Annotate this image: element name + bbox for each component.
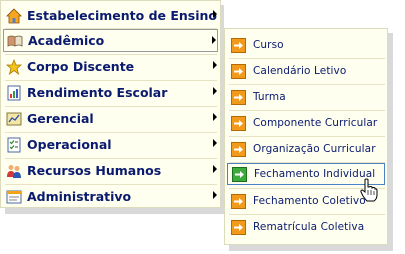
- submenu-arrow-icon: [213, 87, 217, 95]
- menu-item-label: Estabelecimento de Ensino: [27, 8, 218, 23]
- main-menu-shadow: [5, 208, 226, 214]
- main-menu: Estabelecimento de Ensino Acadêmico Corp…: [0, 0, 221, 208]
- house-icon: [6, 7, 22, 24]
- menu-item-label: Operacional: [27, 137, 112, 152]
- submenu-item-curso[interactable]: Curso: [227, 34, 385, 56]
- submenu-item-label: Organização Curricular: [253, 143, 376, 155]
- submenu-item-label: Turma: [253, 91, 286, 103]
- arrow-right-icon: [231, 37, 246, 53]
- arrow-right-icon: [231, 193, 246, 209]
- sub-menu-shadow: [229, 245, 393, 251]
- arrow-right-icon: [231, 115, 246, 131]
- submenu-arrow-icon: [213, 61, 217, 69]
- menu-item-label: Corpo Discente: [27, 59, 135, 74]
- sub-menu-shadow-side: [388, 33, 393, 251]
- divider: [229, 110, 385, 111]
- submenu-item-organizacao-curricular[interactable]: Organização Curricular: [227, 138, 385, 160]
- arrow-right-icon: [231, 63, 246, 79]
- divider: [229, 214, 385, 215]
- submenu-item-label: Fechamento Coletivo: [253, 195, 366, 207]
- submenu-arrow-icon: [212, 36, 216, 44]
- menu-item-recursos-humanos[interactable]: Recursos Humanos: [3, 159, 218, 182]
- submenu-item-label: Curso: [253, 39, 284, 51]
- menu-item-label: Gerencial: [27, 111, 94, 126]
- menu-item-label: Administrativo: [27, 189, 132, 204]
- menu-item-gerencial[interactable]: Gerencial: [3, 107, 218, 130]
- submenu-item-label: Calendário Letivo: [253, 65, 347, 77]
- hand-cursor-icon: [360, 178, 378, 202]
- arrow-right-icon: [231, 219, 246, 235]
- window-icon: [6, 189, 22, 205]
- star-icon: [6, 58, 22, 75]
- submenu-item-label: Componente Curricular: [253, 117, 378, 129]
- submenu-arrow-icon: [213, 191, 217, 199]
- submenu-arrow-icon: [213, 139, 217, 147]
- checklist-icon: [6, 137, 22, 153]
- arrow-right-icon: [231, 141, 246, 157]
- menu-item-estabelecimento[interactable]: Estabelecimento de Ensino: [3, 4, 218, 27]
- chart-icon: [6, 111, 22, 127]
- divider: [229, 84, 385, 85]
- menu-item-academico[interactable]: Acadêmico: [3, 29, 218, 52]
- people-icon: [6, 163, 22, 179]
- submenu-arrow-icon: [213, 165, 217, 173]
- submenu-item-label: Rematrícula Coletiva: [253, 221, 365, 233]
- menu-item-corpo-discente[interactable]: Corpo Discente: [3, 55, 218, 78]
- book-icon: [7, 33, 23, 49]
- submenu-item-componente-curricular[interactable]: Componente Curricular: [227, 112, 385, 134]
- menu-item-label: Rendimento Escolar: [27, 85, 168, 100]
- arrow-right-icon: [231, 89, 246, 105]
- submenu-arrow-icon: [213, 10, 217, 18]
- divider: [229, 136, 385, 137]
- divider: [229, 58, 385, 59]
- menu-item-operacional[interactable]: Operacional: [3, 133, 218, 156]
- menu-item-administrativo[interactable]: Administrativo: [3, 185, 218, 208]
- menu-item-rendimento-escolar[interactable]: Rendimento Escolar: [3, 81, 218, 104]
- menu-item-label: Acadêmico: [28, 33, 105, 48]
- report-icon: [6, 85, 22, 101]
- submenu-item-calendario-letivo[interactable]: Calendário Letivo: [227, 60, 385, 82]
- submenu-item-label: Fechamento Individual: [254, 168, 376, 180]
- arrow-right-icon: [232, 166, 247, 182]
- submenu-item-turma[interactable]: Turma: [227, 86, 385, 108]
- sub-menu-academico: Curso Calendário Letivo Turma Componente…: [224, 28, 388, 245]
- submenu-item-rematricula-coletiva[interactable]: Rematrícula Coletiva: [227, 216, 385, 238]
- submenu-arrow-icon: [213, 113, 217, 121]
- menu-item-label: Recursos Humanos: [27, 163, 162, 178]
